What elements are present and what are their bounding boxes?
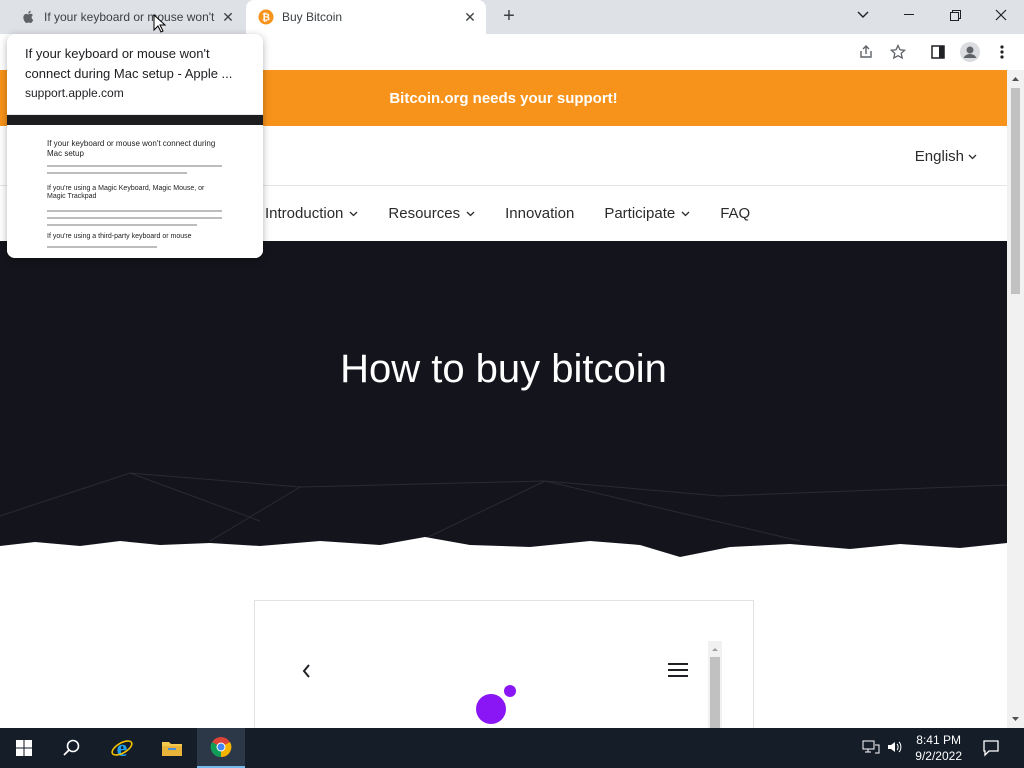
nav-introduction[interactable]: Introduction bbox=[265, 205, 358, 222]
minimize-button[interactable] bbox=[886, 0, 932, 30]
search-icon bbox=[63, 739, 80, 756]
volume-icon[interactable] bbox=[886, 739, 902, 755]
hero-title: How to buy bitcoin bbox=[340, 347, 667, 391]
minimize-icon bbox=[904, 14, 914, 15]
nav-innovation[interactable]: Innovation bbox=[505, 205, 574, 222]
hover-card-domain: support.apple.com bbox=[25, 86, 124, 100]
thumbnail-heading: If your keyboard or mouse won't connect … bbox=[47, 139, 216, 158]
restore-button[interactable] bbox=[932, 0, 978, 30]
clock-date: 9/2/2022 bbox=[915, 749, 962, 763]
nav-faq[interactable]: FAQ bbox=[720, 205, 750, 222]
main-nav: Introduction Resources Innovation Partic… bbox=[265, 205, 750, 222]
banner-text: Bitcoin.org needs your support! bbox=[389, 89, 618, 107]
windows-taskbar: e 8:41 PM 9/2/2022 bbox=[0, 728, 1024, 768]
chevron-down-icon bbox=[857, 11, 869, 18]
chevron-down-icon bbox=[466, 211, 475, 216]
clock-time: 8:41 PM bbox=[916, 733, 961, 747]
scroll-up-arrow-icon[interactable] bbox=[708, 644, 722, 654]
nav-label: FAQ bbox=[720, 205, 751, 222]
purple-dots-graphic bbox=[476, 685, 516, 724]
tab-apple-support[interactable]: If your keyboard or mouse won't ✕ bbox=[8, 0, 244, 34]
folder-icon bbox=[162, 742, 182, 756]
chevron-down-icon bbox=[968, 154, 977, 159]
nav-label: Introduction bbox=[265, 205, 344, 222]
notifications-icon[interactable] bbox=[982, 739, 1000, 757]
start-button[interactable] bbox=[0, 728, 48, 768]
taskbar-file-explorer[interactable] bbox=[148, 728, 196, 768]
app-preview-card bbox=[254, 600, 754, 728]
taskbar-internet-explorer[interactable]: e bbox=[98, 728, 146, 768]
language-label: English bbox=[914, 148, 964, 165]
thumbnail-section-heading: If you're using a third-party keyboard o… bbox=[47, 233, 192, 240]
thumbnail-section-heading: If you're using a Magic Keyboard, Magic … bbox=[47, 185, 205, 200]
nav-label: Participate bbox=[604, 205, 676, 222]
windows-logo-icon bbox=[16, 740, 32, 756]
share-icon[interactable] bbox=[854, 40, 878, 64]
thumbnail-text-line bbox=[47, 165, 222, 167]
scroll-up-arrow-icon[interactable] bbox=[1007, 72, 1024, 86]
page-scroll-thumb[interactable] bbox=[1011, 88, 1020, 294]
side-panel-icon[interactable] bbox=[926, 40, 950, 64]
language-selector[interactable]: English bbox=[915, 148, 977, 165]
back-chevron-icon[interactable] bbox=[301, 663, 311, 679]
thumbnail-text-line bbox=[47, 246, 157, 248]
tab-search-button[interactable] bbox=[840, 0, 886, 30]
taskbar-search-button[interactable] bbox=[48, 728, 96, 768]
card-scroll-thumb[interactable] bbox=[710, 657, 720, 728]
mouse-cursor-icon bbox=[153, 14, 167, 33]
new-tab-button[interactable]: + bbox=[498, 6, 520, 28]
tab-buy-bitcoin[interactable]: ₿ Buy Bitcoin ✕ bbox=[246, 0, 486, 34]
card-scrollbar[interactable] bbox=[708, 641, 722, 728]
nav-participate[interactable]: Participate bbox=[604, 205, 690, 222]
bitcoin-icon: ₿ bbox=[258, 9, 274, 25]
chrome-icon bbox=[210, 737, 232, 758]
profile-avatar-icon[interactable] bbox=[958, 40, 982, 64]
thumbnail-nav-bar bbox=[7, 115, 263, 125]
nav-label: Resources bbox=[388, 205, 461, 222]
taskbar-chrome[interactable] bbox=[197, 728, 245, 768]
menu-kebab-icon[interactable] bbox=[990, 40, 1014, 64]
tab-title: Buy Bitcoin bbox=[282, 10, 343, 24]
hover-card-thumbnail: If your keyboard or mouse won't connect … bbox=[7, 114, 263, 258]
close-window-button[interactable] bbox=[978, 0, 1024, 30]
hero-background-lines bbox=[0, 472, 1007, 561]
thumbnail-text-line bbox=[47, 224, 197, 226]
page-scrollbar[interactable] bbox=[1007, 70, 1024, 728]
scroll-down-arrow-icon[interactable] bbox=[1007, 712, 1024, 726]
bookmark-star-icon[interactable] bbox=[886, 40, 910, 64]
svg-text:e: e bbox=[117, 736, 128, 760]
chevron-down-icon bbox=[349, 211, 358, 216]
chevron-down-icon bbox=[681, 211, 690, 216]
close-icon bbox=[995, 9, 1007, 21]
nav-resources[interactable]: Resources bbox=[388, 205, 475, 222]
thumbnail-text-line bbox=[47, 172, 187, 174]
hover-card-title: If your keyboard or mouse won't connect … bbox=[25, 46, 233, 81]
tab-hover-card: If your keyboard or mouse won't connect … bbox=[7, 34, 263, 258]
close-tab-icon[interactable]: ✕ bbox=[218, 7, 238, 27]
thumbnail-text-line bbox=[47, 217, 222, 219]
apple-icon bbox=[20, 9, 36, 25]
hamburger-menu-icon[interactable] bbox=[667, 662, 689, 678]
svg-text:₿: ₿ bbox=[262, 12, 270, 24]
tab-title: If your keyboard or mouse won't bbox=[44, 10, 215, 24]
taskbar-clock[interactable]: 8:41 PM 9/2/2022 bbox=[915, 732, 962, 764]
hero-section: How to buy bitcoin bbox=[0, 241, 1007, 561]
nav-label: Innovation bbox=[505, 205, 575, 222]
thumbnail-text-line bbox=[47, 210, 222, 212]
restore-icon bbox=[949, 9, 961, 21]
network-icon[interactable] bbox=[862, 739, 880, 755]
internet-explorer-icon: e bbox=[111, 736, 133, 760]
close-tab-icon[interactable]: ✕ bbox=[460, 7, 480, 27]
